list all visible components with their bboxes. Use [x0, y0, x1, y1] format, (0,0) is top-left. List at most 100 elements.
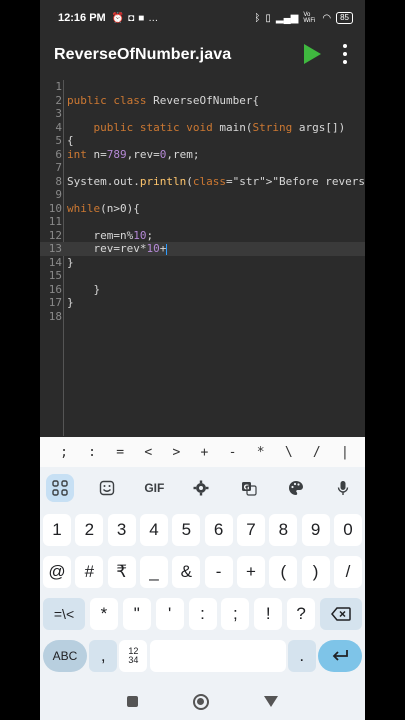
line-number: 4	[55, 120, 62, 134]
keyboard-toolbar: GIF G	[40, 471, 365, 505]
key-comma[interactable]: ,	[89, 640, 118, 672]
space-bar[interactable]	[149, 640, 286, 672]
number-key[interactable]: 2	[75, 514, 104, 546]
key-asterisk[interactable]: *	[89, 598, 118, 630]
code-line[interactable]: 6 int n=789,rev=0,rem;	[40, 148, 365, 162]
code-text: int n=789,rev=0,rem;	[67, 147, 200, 161]
play-icon[interactable]	[302, 43, 322, 65]
status-time: 12:16 PM	[58, 12, 106, 24]
symbol-shortcut-key[interactable]: /	[305, 445, 329, 460]
symbol-key[interactable]: (	[269, 556, 298, 588]
symbol-shortcut-key[interactable]: >	[164, 445, 188, 460]
line-number: 8	[55, 174, 62, 188]
number-key-row: 1234567890	[40, 514, 365, 546]
symbol-key[interactable]: +	[236, 556, 265, 588]
symbol-key[interactable]: )	[301, 556, 330, 588]
backspace-icon[interactable]	[320, 598, 362, 630]
number-key[interactable]: 9	[301, 514, 330, 546]
overflow-menu-icon[interactable]	[340, 44, 350, 64]
recent-apps-icon[interactable]	[127, 696, 139, 707]
enter-icon[interactable]	[317, 640, 362, 672]
symbol-key[interactable]: ₹	[107, 556, 136, 588]
code-line[interactable]: 13 rev=rev*10+	[40, 242, 365, 256]
number-key[interactable]: 5	[172, 514, 201, 546]
line-number: 14	[48, 255, 62, 269]
code-line[interactable]: 14}	[40, 256, 365, 270]
symbol-key[interactable]: -	[204, 556, 233, 588]
symbol-key[interactable]: #	[75, 556, 104, 588]
line-number: 2	[55, 93, 62, 107]
code-line[interactable]: 18	[40, 310, 365, 324]
number-key[interactable]: 0	[333, 514, 362, 546]
number-key[interactable]: 7	[236, 514, 265, 546]
symbol-shortcut-key[interactable]: \	[277, 445, 301, 460]
symbol-shortcut-key[interactable]: +	[192, 445, 216, 460]
mic-icon[interactable]	[329, 474, 357, 502]
key-more-symbols[interactable]: =\<	[43, 598, 85, 630]
key-period[interactable]: .	[287, 640, 316, 672]
symbol-key[interactable]: @	[43, 556, 71, 588]
code-line[interactable]: 16 }	[40, 283, 365, 297]
symbol-shortcut-key[interactable]: -	[221, 445, 245, 460]
symbol-key-row: @ # ₹ _ & - +() /	[40, 556, 365, 588]
code-line[interactable]: 5{	[40, 134, 365, 148]
code-line[interactable]: 10 while(n>0){	[40, 202, 365, 216]
line-number: 9	[55, 188, 62, 201]
sticker-icon[interactable]	[93, 474, 121, 502]
line-number: 16	[48, 282, 62, 296]
line-number: 17	[48, 296, 62, 309]
code-line[interactable]: 11	[40, 215, 365, 229]
number-key[interactable]: 3	[107, 514, 136, 546]
code-text: rev=rev*10+	[67, 242, 168, 255]
apps-icon[interactable]	[46, 474, 74, 502]
more-notifications: …	[148, 12, 159, 24]
code-line[interactable]: 8 System.out.println(class="str">"Before …	[40, 175, 365, 189]
symbol-shortcut-key[interactable]: |	[333, 445, 357, 460]
code-line[interactable]: 1	[40, 80, 365, 94]
number-key[interactable]: 1	[43, 514, 71, 546]
key-colon[interactable]: :	[188, 598, 217, 630]
number-key[interactable]: 6	[204, 514, 233, 546]
code-line[interactable]: 2 public class ReverseOfNumber{	[40, 94, 365, 108]
symbol-shortcut-key[interactable]: =	[108, 445, 132, 460]
code-line[interactable]: 12 rem=n%10;	[40, 229, 365, 243]
network-label: Vo WiFi	[303, 12, 316, 24]
key-exclamation[interactable]: !	[254, 598, 283, 630]
code-line[interactable]: 17}	[40, 296, 365, 310]
code-line[interactable]: 4 public static void main(String args[])	[40, 121, 365, 135]
code-line[interactable]: 7	[40, 161, 365, 175]
abc-switch-button[interactable]: ABC	[43, 640, 87, 672]
line-number: 18	[48, 309, 62, 323]
number-layout-switch[interactable]: 12 34	[119, 640, 148, 672]
code-text: }	[67, 296, 74, 309]
key-double-quote[interactable]: "	[122, 598, 151, 630]
palette-icon[interactable]	[282, 474, 310, 502]
bottom-key-row: ABC , 12 34 .	[40, 640, 365, 672]
gif-button[interactable]: GIF	[140, 474, 168, 502]
home-icon[interactable]	[192, 693, 209, 710]
symbol-shortcut-key[interactable]: ;	[52, 445, 76, 460]
line-number: 15	[48, 269, 62, 282]
symbol-key[interactable]: &	[172, 556, 201, 588]
key-semicolon[interactable]: ;	[221, 598, 250, 630]
symbol-key[interactable]: /	[333, 556, 362, 588]
line-number: 1	[55, 80, 62, 93]
key-question[interactable]: ?	[287, 598, 316, 630]
number-key[interactable]: 4	[139, 514, 168, 546]
code-editor[interactable]: 1 2 public class ReverseOfNumber{3 4 public…	[40, 80, 365, 436]
translate-icon[interactable]: G	[235, 474, 263, 502]
symbol-shortcut-key[interactable]: *	[249, 445, 273, 460]
settings-icon[interactable]	[187, 474, 215, 502]
code-line[interactable]: 9	[40, 188, 365, 202]
symbol-key[interactable]: _	[139, 556, 168, 588]
symbol-shortcut-row: ;: = < > + - * \ / |	[40, 437, 365, 467]
code-line[interactable]: 3	[40, 107, 365, 121]
symbol-shortcut-key[interactable]: :	[80, 445, 104, 460]
symbol-shortcut-key[interactable]: <	[136, 445, 160, 460]
number-key[interactable]: 8	[269, 514, 298, 546]
back-icon[interactable]	[263, 696, 278, 707]
code-line[interactable]: 15	[40, 269, 365, 283]
key-single-quote[interactable]: '	[155, 598, 184, 630]
alarm-icon: ⏰	[111, 12, 125, 24]
app-bar: ReverseOfNumber.java	[40, 36, 365, 74]
